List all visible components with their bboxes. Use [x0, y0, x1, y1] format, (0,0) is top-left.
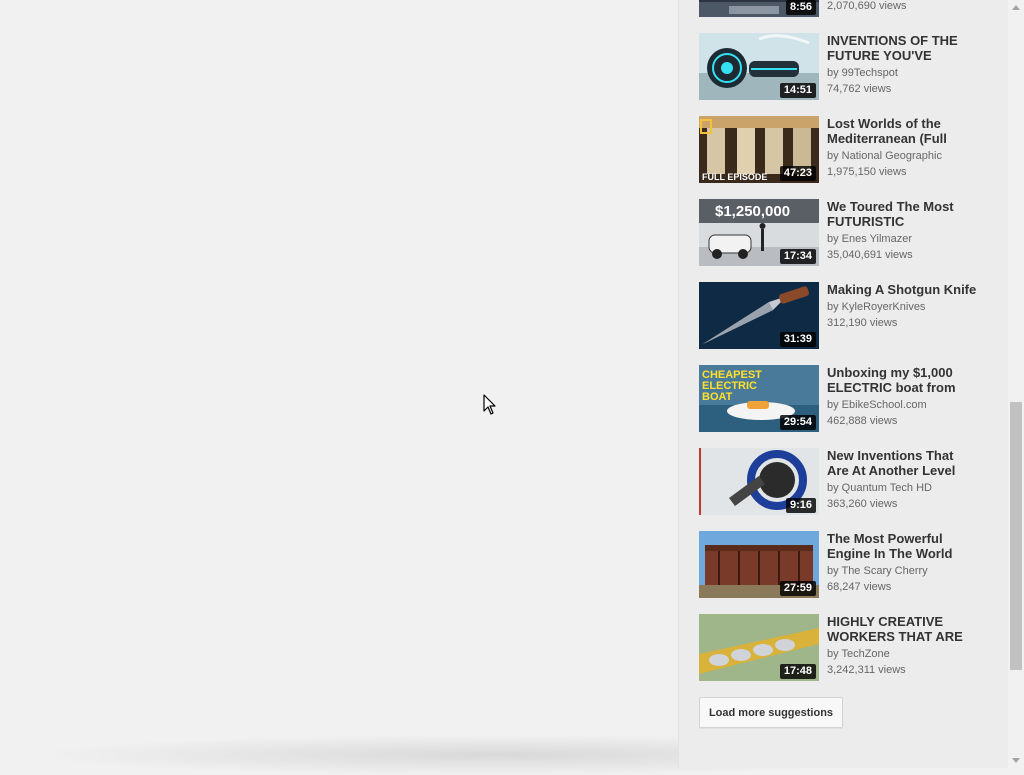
- video-thumbnail[interactable]: CHEAPEST ELECTRIC BOAT 29:54: [699, 365, 819, 432]
- suggestion-item[interactable]: $1,250,000 17:34 We Toured The Most FUTU…: [699, 199, 989, 269]
- video-info: We Toured The Most FUTURISTIC by Enes Yi…: [827, 199, 977, 262]
- view-count: 312,190 views: [827, 317, 898, 329]
- suggestion-item[interactable]: 31:39 Making A Shotgun Knife by KyleRoye…: [699, 282, 989, 352]
- scroll-down-arrow-icon[interactable]: [1012, 758, 1020, 763]
- main-content-area: [0, 0, 678, 768]
- channel-name: by Quantum Tech HD: [827, 482, 932, 494]
- suggestion-item[interactable]: CHEAPEST ELECTRIC BOAT 29:54 Unboxing my…: [699, 365, 989, 435]
- suggestion-item[interactable]: 9:16 New Inventions That Are At Another …: [699, 448, 989, 518]
- video-info: The Most Powerful Engine In The World by…: [827, 531, 977, 594]
- channel-name: by KyleRoyerKnives: [827, 301, 926, 313]
- video-info: INVENTIONS OF THE FUTURE YOU'VE by 99Tec…: [827, 33, 977, 96]
- video-title[interactable]: We Toured The Most FUTURISTIC: [827, 199, 977, 229]
- video-thumbnail[interactable]: 17:48: [699, 614, 819, 681]
- thumbnail-caption: $1,250,000: [715, 203, 790, 220]
- suggestion-item[interactable]: 17:48 HIGHLY CREATIVE WORKERS THAT ARE b…: [699, 614, 989, 684]
- duration-badge: 17:34: [779, 249, 816, 264]
- video-thumbnail[interactable]: 9:16: [699, 448, 819, 515]
- view-count: 363,260 views: [827, 498, 898, 510]
- channel-name: by TechZone: [827, 648, 890, 660]
- video-info: HIGHLY CREATIVE WORKERS THAT ARE by Tech…: [827, 614, 977, 677]
- duration-badge: 8:56: [785, 0, 816, 15]
- suggestion-item-partial[interactable]: 8:56 2,070,690 views: [699, 0, 989, 20]
- view-count: 462,888 views: [827, 415, 898, 427]
- video-title[interactable]: INVENTIONS OF THE FUTURE YOU'VE: [827, 33, 977, 63]
- view-count: 35,040,691 views: [827, 249, 913, 261]
- video-title[interactable]: Unboxing my $1,000 ELECTRIC boat from: [827, 365, 977, 395]
- duration-badge: 9:16: [785, 498, 816, 513]
- mouse-cursor-icon: [483, 394, 496, 415]
- duration-badge: 17:48: [779, 664, 816, 679]
- video-title[interactable]: The Most Powerful Engine In The World: [827, 531, 977, 561]
- scroll-up-arrow-icon[interactable]: [1012, 5, 1020, 10]
- suggestion-item[interactable]: 27:59 The Most Powerful Engine In The Wo…: [699, 531, 989, 601]
- thumbnail-caption: BOAT: [702, 391, 733, 403]
- video-info: Unboxing my $1,000 ELECTRIC boat from by…: [827, 365, 977, 428]
- view-count: 1,975,150 views: [827, 166, 907, 178]
- video-thumbnail[interactable]: $1,250,000 17:34: [699, 199, 819, 266]
- video-title[interactable]: New Inventions That Are At Another Level: [827, 448, 977, 478]
- suggestion-item[interactable]: FULL EPISODE 47:23 Lost Worlds of the Me…: [699, 116, 989, 186]
- view-count: 74,762 views: [827, 83, 892, 95]
- load-more-suggestions-button[interactable]: Load more suggestions: [699, 697, 843, 728]
- video-title[interactable]: HIGHLY CREATIVE WORKERS THAT ARE: [827, 614, 977, 644]
- video-thumbnail[interactable]: 31:39: [699, 282, 819, 349]
- view-count: 2,070,690 views: [827, 0, 907, 12]
- scrollbar-thumb[interactable]: [1010, 402, 1022, 670]
- channel-name: by The Scary Cherry: [827, 565, 928, 577]
- view-count: 3,242,311 views: [827, 664, 906, 676]
- video-info: New Inventions That Are At Another Level…: [827, 448, 977, 511]
- channel-name: by 99Techspot: [827, 67, 898, 79]
- view-count: 68,247 views: [827, 581, 892, 593]
- duration-badge: 29:54: [779, 415, 816, 430]
- video-info: Making A Shotgun Knife by KyleRoyerKnive…: [827, 282, 977, 330]
- duration-badge: 27:59: [779, 581, 816, 596]
- video-thumbnail[interactable]: FULL EPISODE 47:23: [699, 116, 819, 183]
- channel-name: by National Geographic: [827, 150, 942, 162]
- video-title[interactable]: Making A Shotgun Knife: [827, 282, 977, 297]
- video-thumbnail[interactable]: 27:59: [699, 531, 819, 598]
- video-info: Lost Worlds of the Mediterranean (Full b…: [827, 116, 977, 179]
- suggestion-item[interactable]: 14:51 INVENTIONS OF THE FUTURE YOU'VE by…: [699, 33, 989, 103]
- channel-name: by Enes Yilmazer: [827, 233, 912, 245]
- thumbnail-caption: FULL EPISODE: [702, 172, 767, 182]
- vertical-scrollbar[interactable]: [1008, 0, 1024, 768]
- duration-badge: 47:23: [779, 166, 816, 181]
- video-thumbnail[interactable]: 8:56: [699, 0, 819, 17]
- suggestions-sidebar: 8:56 2,070,690 views 14:51 INVENTIONS OF…: [678, 0, 1009, 768]
- duration-badge: 14:51: [779, 83, 816, 98]
- video-info: 2,070,690 views: [827, 0, 977, 13]
- channel-name: by EbikeSchool.com: [827, 399, 927, 411]
- video-title[interactable]: Lost Worlds of the Mediterranean (Full: [827, 116, 977, 146]
- video-thumbnail[interactable]: 14:51: [699, 33, 819, 100]
- duration-badge: 31:39: [779, 332, 816, 347]
